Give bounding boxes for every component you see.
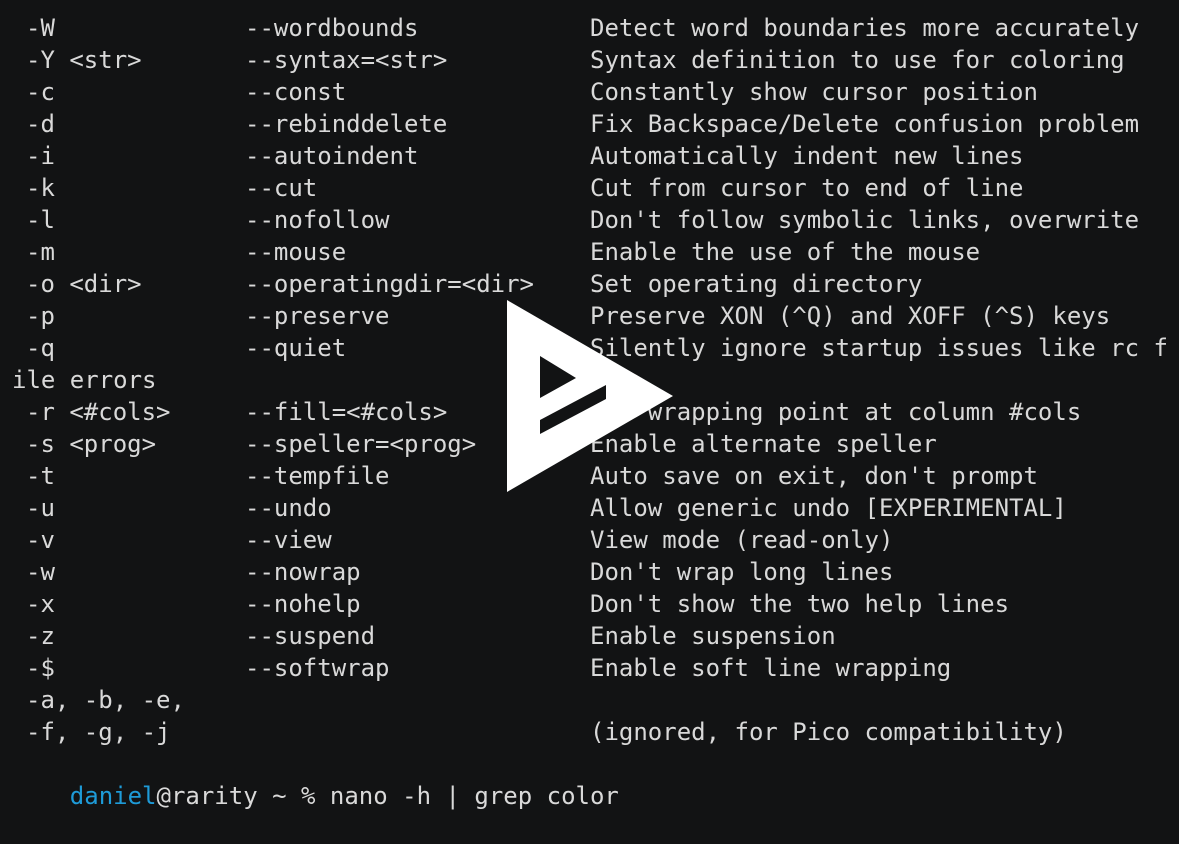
option-line: -z --suspend Enable suspension [12, 620, 1179, 652]
option-desc: View mode (read-only) [590, 526, 894, 554]
option-flag: -a, -b, -e, [26, 686, 185, 714]
wrapped-text: ile errors [12, 366, 157, 394]
option-line: -i --autoindent Automatically indent new l… [12, 140, 1179, 172]
option-flag: -s <prog> [26, 430, 157, 458]
asciinema-play-icon [507, 300, 673, 492]
option-desc: Cut from cursor to end of line [590, 174, 1024, 202]
option-desc: Don't show the two help lines [590, 590, 1010, 618]
option-line: -a, -b, -e, [12, 684, 1179, 716]
option-flag: -Y <str> [26, 46, 142, 74]
option-desc: Detect word boundaries more accurately [590, 14, 1140, 42]
option-line: -m --mouse Enable the use of the mouse [12, 236, 1179, 268]
option-line: -$ --softwrap Enable soft line wrapping [12, 652, 1179, 684]
option-flag: -l [26, 206, 55, 234]
option-desc: Don't follow symbolic links, overwrite [590, 206, 1140, 234]
option-line: -f, -g, -j (ignored, for Pico compatibili… [12, 716, 1179, 748]
option-desc: Enable the use of the mouse [590, 238, 981, 266]
option-long: --fill=<#cols> [245, 398, 448, 426]
option-desc: Enable soft line wrapping [590, 654, 952, 682]
option-flag: -x [26, 590, 55, 618]
option-desc: Fix Backspace/Delete confusion problem [590, 110, 1140, 138]
option-desc: (ignored, for Pico compatibility) [590, 718, 1067, 746]
option-flag: -i [26, 142, 55, 170]
prompt-user: daniel [69, 782, 157, 810]
option-flag: -z [26, 622, 55, 650]
option-line: -v --view View mode (read-only) [12, 524, 1179, 556]
option-long: --quiet [245, 334, 347, 362]
option-long: --const [245, 78, 347, 106]
option-long: --preserve [245, 302, 390, 330]
option-flag: -v [26, 526, 55, 554]
option-flag: -o <dir> [26, 270, 142, 298]
option-flag: -t [26, 462, 55, 490]
option-long: --suspend [245, 622, 376, 650]
option-line: -k --cut Cut from cursor to end of line [12, 172, 1179, 204]
option-flag: -c [26, 78, 55, 106]
option-line: -Y <str> --syntax=<str> Syntax definition … [12, 44, 1179, 76]
option-long: --rebinddelete [245, 110, 448, 138]
option-line: -W --wordbounds Detect word boundaries mor… [12, 12, 1179, 44]
option-desc: Enable suspension [590, 622, 836, 650]
option-line: -w --nowrap Don't wrap long lines [12, 556, 1179, 588]
option-long: --syntax=<str> [245, 46, 448, 74]
option-flag: -u [26, 494, 55, 522]
option-long: --view [245, 526, 332, 554]
option-long: --nowrap [245, 558, 361, 586]
option-long: --cut [245, 174, 318, 202]
option-flag: -k [26, 174, 55, 202]
option-desc: Constantly show cursor position [590, 78, 1038, 106]
option-desc: Syntax definition to use for coloring [590, 46, 1125, 74]
option-flag: -w [26, 558, 55, 586]
option-long: --autoindent [245, 142, 419, 170]
prompt-command: nano -h | grep color [329, 782, 619, 810]
option-long: --nofollow [245, 206, 390, 234]
option-flag: -f, -g, -j [26, 718, 171, 746]
option-flag: -d [26, 110, 55, 138]
option-long: --nohelp [245, 590, 361, 618]
option-flag: -q [26, 334, 55, 362]
prompt-host-path: @rarity ~ % [156, 782, 330, 810]
option-flag: -m [26, 238, 55, 266]
option-long: --undo [245, 494, 332, 522]
option-long: --softwrap [245, 654, 390, 682]
option-long: --operatingdir=<dir> [245, 270, 534, 298]
play-button[interactable] [500, 294, 678, 498]
option-desc: Automatically indent new lines [590, 142, 1024, 170]
option-flag: -r <#cols> [26, 398, 171, 426]
option-desc: Don't wrap long lines [590, 558, 894, 586]
shell-prompt-line[interactable]: daniel@rarity ~ % nano -h | grep color [12, 748, 1179, 810]
option-long: --speller=<prog> [245, 430, 477, 458]
option-line: -d --rebinddelete Fix Backspace/Delete con… [12, 108, 1179, 140]
option-line: -l --nofollow Don't follow symbolic links,… [12, 204, 1179, 236]
option-flag: -p [26, 302, 55, 330]
option-long: --wordbounds [245, 14, 419, 42]
option-flag: -W [26, 14, 55, 42]
option-flag: -$ [26, 654, 55, 682]
option-long: --mouse [245, 238, 347, 266]
option-line: -x --nohelp Don't show the two help lines [12, 588, 1179, 620]
option-long: --tempfile [245, 462, 390, 490]
option-line: -c --const Constantly show cursor position [12, 76, 1179, 108]
